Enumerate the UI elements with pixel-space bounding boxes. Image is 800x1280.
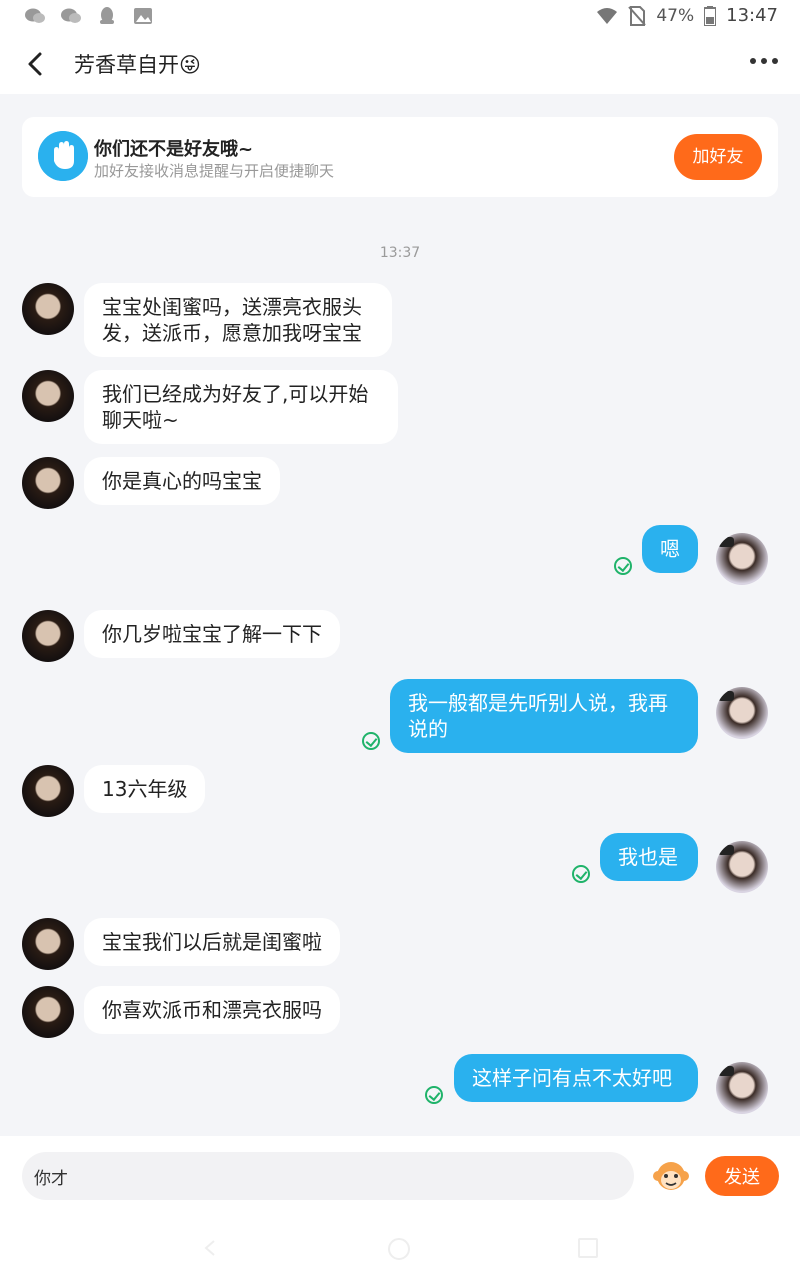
notification-icons (24, 6, 154, 26)
contact-avatar[interactable] (22, 283, 74, 335)
message-bubble-received[interactable]: 你是真心的吗宝宝 (84, 457, 280, 505)
message-text: 你喜欢派币和漂亮衣服吗 (102, 998, 322, 1022)
chat-header: 芳香草自开😜 (0, 34, 800, 94)
nav-recent-icon[interactable] (578, 1238, 598, 1258)
not-friends-subtitle: 加好友接收消息提醒与开启便捷聊天 (94, 162, 335, 180)
more-options-button[interactable] (750, 58, 778, 64)
nav-home-icon[interactable] (388, 1238, 410, 1260)
message-text: 我一般都是先听别人说，我再 (408, 691, 668, 715)
message-bubble-received[interactable]: 你喜欢派币和漂亮衣服吗 (84, 986, 340, 1034)
wifi-icon (597, 7, 618, 24)
status-right: 47% 13:47 (596, 5, 778, 26)
message-text: 我们已经成为好友了,可以开始 (102, 382, 369, 406)
battery-icon (704, 5, 717, 26)
not-friends-title: 你们还不是好友哦~ (94, 139, 254, 160)
emoji-monkey-icon[interactable] (652, 1158, 690, 1194)
chat-title: 芳香草自开😜 (74, 53, 201, 77)
more-dot-icon (761, 58, 767, 64)
message-text: 发，送派币，愿意加我呀宝宝 (102, 321, 362, 345)
contact-avatar[interactable] (22, 610, 74, 662)
my-avatar[interactable] (716, 687, 768, 739)
composer-bar: 发送 (0, 1136, 800, 1216)
back-arrow-icon[interactable] (20, 48, 52, 80)
message-bubble-sent[interactable]: 我一般都是先听别人说，我再 说的 (390, 679, 698, 753)
message-bubble-sent[interactable]: 我也是 (600, 833, 698, 881)
gallery-icon (134, 8, 152, 24)
message-bubble-received[interactable]: 我们已经成为好友了,可以开始 聊天啦~ (84, 370, 398, 444)
message-text: 说的 (408, 717, 448, 741)
clock: 13:47 (726, 5, 778, 26)
message-input[interactable] (22, 1152, 634, 1200)
message-text: 我也是 (618, 845, 678, 869)
battery-percent: 47% (656, 5, 695, 26)
message-bubble-received[interactable]: 宝宝处闺蜜吗，送漂亮衣服头 发，送派币，愿意加我呀宝宝 (84, 283, 392, 357)
more-dot-icon (750, 58, 756, 64)
more-dot-icon (772, 58, 778, 64)
contact-avatar[interactable] (22, 918, 74, 970)
no-sim-icon (628, 5, 647, 26)
message-text: 宝宝处闺蜜吗，送漂亮衣服头 (102, 295, 362, 319)
my-avatar[interactable] (716, 1062, 768, 1114)
wechat-icon (25, 8, 45, 23)
qq-icon (100, 7, 114, 24)
read-check-icon (362, 732, 380, 750)
add-friend-banner: 你们还不是好友哦~ 加好友接收消息提醒与开启便捷聊天 加好友 (22, 117, 778, 197)
nav-back-icon[interactable] (200, 1238, 220, 1258)
message-bubble-sent[interactable]: 嗯 (642, 525, 698, 573)
read-check-icon (425, 1086, 443, 1104)
status-bar: 47% 13:47 (0, 0, 800, 34)
waving-hand-icon (38, 131, 88, 181)
read-check-icon (572, 865, 590, 883)
system-nav-bar (0, 1216, 800, 1280)
message-bubble-received[interactable]: 你几岁啦宝宝了解一下下 (84, 610, 340, 658)
my-avatar[interactable] (716, 841, 768, 893)
message-text: 13六年级 (102, 777, 188, 801)
contact-avatar[interactable] (22, 370, 74, 422)
wechat-icon (61, 8, 81, 23)
message-bubble-received[interactable]: 13六年级 (84, 765, 206, 813)
add-friend-button[interactable]: 加好友 (674, 134, 762, 180)
send-button[interactable]: 发送 (705, 1156, 779, 1196)
my-avatar[interactable] (716, 533, 768, 585)
read-check-icon (614, 557, 632, 575)
contact-avatar[interactable] (22, 457, 74, 509)
message-text: 聊天啦~ (102, 408, 179, 432)
contact-avatar[interactable] (22, 986, 74, 1038)
message-bubble-sent[interactable]: 这样子问有点不太好吧 (454, 1054, 698, 1102)
message-text: 你是真心的吗宝宝 (102, 469, 262, 493)
message-text: 这样子问有点不太好吧 (472, 1066, 672, 1090)
message-text: 宝宝我们以后就是闺蜜啦 (102, 930, 322, 954)
message-text: 你几岁啦宝宝了解一下下 (102, 622, 322, 646)
message-text: 嗯 (660, 537, 680, 561)
message-bubble-received[interactable]: 宝宝我们以后就是闺蜜啦 (84, 918, 340, 966)
message-timestamp: 13:37 (379, 245, 421, 261)
contact-avatar[interactable] (22, 765, 74, 817)
